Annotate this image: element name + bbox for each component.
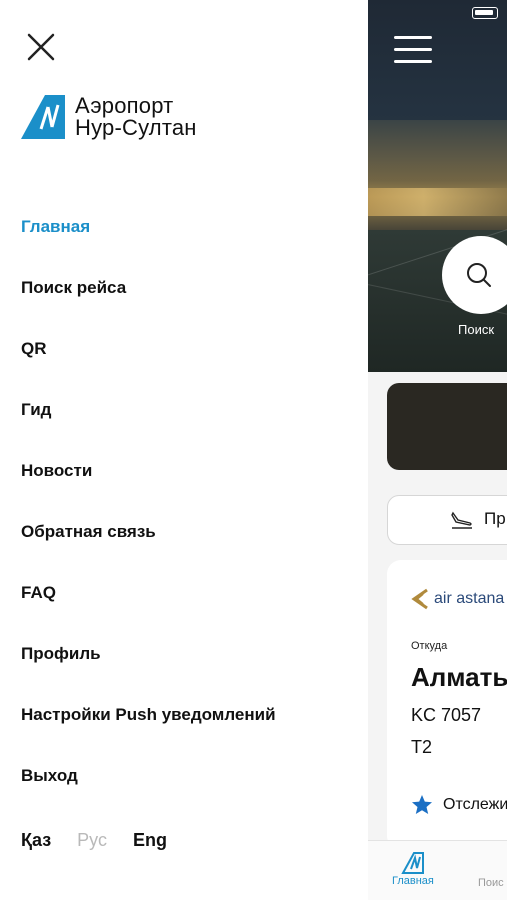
- lang-kaz[interactable]: Қаз: [21, 830, 51, 851]
- menu-item-flight-search[interactable]: Поиск рейса: [21, 257, 351, 318]
- flight-number: KC 7057: [411, 705, 482, 725]
- airport-logo: Аэропорт Нур-Султан: [21, 95, 197, 139]
- promo-card[interactable]: [387, 383, 507, 470]
- drawer-menu: Главная Поиск рейса QR Гид Новости Обрат…: [21, 196, 351, 806]
- menu-item-home[interactable]: Главная: [21, 196, 351, 257]
- navigation-drawer: Аэропорт Нур-Султан Главная Поиск рейса …: [0, 0, 368, 900]
- lang-eng[interactable]: Eng: [133, 830, 167, 851]
- arrivals-departures-toggle[interactable]: Пр: [387, 495, 507, 545]
- language-switcher: Қаз Рус Eng: [21, 830, 167, 851]
- close-icon[interactable]: [24, 30, 58, 64]
- menu-item-feedback[interactable]: Обратная связь: [21, 501, 351, 562]
- origin-city: Алматы: [411, 662, 507, 692]
- hero-image: Поиск: [368, 0, 507, 372]
- tab-search-label: Поис: [478, 877, 504, 889]
- track-label: Отслеживать: [443, 796, 507, 813]
- search-label: Поиск: [458, 322, 495, 337]
- logo-line2: Нур-Султан: [75, 115, 197, 140]
- logo-line1: Аэропорт: [75, 93, 174, 118]
- menu-item-news[interactable]: Новости: [21, 440, 351, 501]
- tab-home-label: Главная: [392, 875, 434, 887]
- hamburger-menu-icon[interactable]: [394, 36, 432, 66]
- toggle-label: Пр: [484, 509, 506, 528]
- airline-name: air astana: [434, 590, 505, 607]
- menu-item-logout[interactable]: Выход: [21, 745, 351, 806]
- terminal-lights: [368, 188, 507, 216]
- menu-item-push-settings[interactable]: Настройки Push уведомлений: [21, 684, 351, 745]
- tab-home[interactable]: Главная: [392, 851, 434, 887]
- tab-search[interactable]: Поис: [478, 877, 504, 889]
- star-icon: [412, 795, 432, 814]
- main-screen: Поиск Пр air astana Откуда Алматы KC 705…: [368, 0, 507, 900]
- tab-bar: Главная Поис: [368, 840, 507, 900]
- menu-item-profile[interactable]: Профиль: [21, 623, 351, 684]
- track-flight-button[interactable]: Отслеживать: [411, 794, 507, 816]
- menu-item-guide[interactable]: Гид: [21, 379, 351, 440]
- airline-logo: air astana: [411, 588, 504, 610]
- search-icon: [467, 263, 491, 287]
- menu-item-qr[interactable]: QR: [21, 318, 351, 379]
- air-astana-emblem-icon: [411, 588, 428, 610]
- flight-card[interactable]: air astana Откуда Алматы KC 7057 T2 Отсл…: [387, 560, 507, 850]
- battery-icon: [472, 7, 498, 19]
- from-label: Откуда: [411, 640, 448, 652]
- menu-item-faq[interactable]: FAQ: [21, 562, 351, 623]
- plane-landing-icon: [451, 511, 472, 529]
- airport-logo-icon: [21, 95, 65, 139]
- terminal: T2: [411, 737, 433, 757]
- home-logo-icon: [401, 852, 424, 874]
- lang-rus[interactable]: Рус: [77, 830, 107, 851]
